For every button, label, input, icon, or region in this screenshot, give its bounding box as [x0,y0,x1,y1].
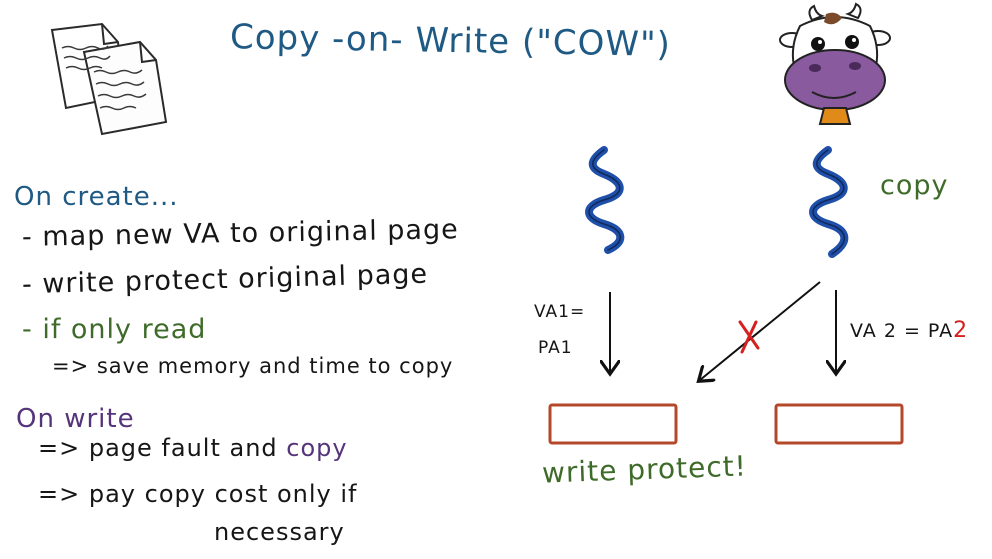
va2-label: VA 2 = PA2 [850,320,968,342]
original-page-box [548,403,678,445]
copied-page-box [774,403,904,445]
va2-label-highlight: 2 [953,318,969,343]
cow-diagram [548,146,904,445]
va2-label-text: VA 2 = PA [850,320,954,342]
va1-label: VA1= [534,302,586,322]
write-protect-caption: write protect! [541,449,748,490]
copy-label: copy [880,170,949,201]
arrow-diagonal [700,281,821,380]
red-cross-mark [738,320,760,354]
pa1-label: PA1 [538,338,573,358]
